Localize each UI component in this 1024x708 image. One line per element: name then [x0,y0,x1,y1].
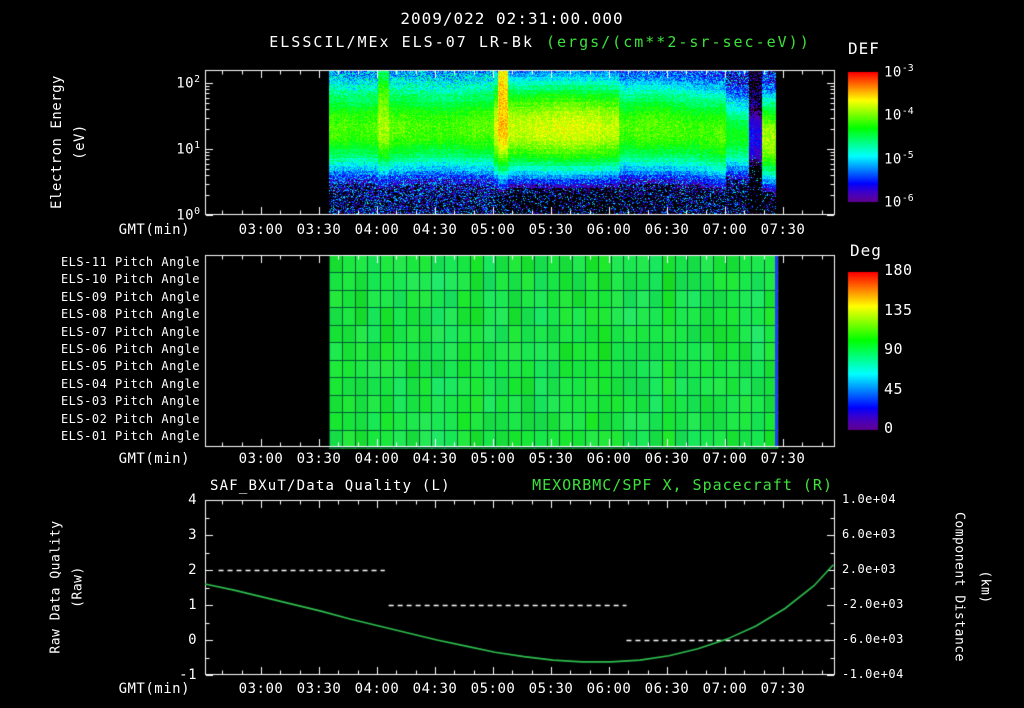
def-colorbar-title: DEF [848,39,880,58]
panel2-x-tick-label: 06:00 [586,451,632,467]
panel2-x-tick-label: 07:00 [702,451,748,467]
pitch-row-label: ELS-10 Pitch Angle [60,272,200,286]
distance-tick-label: -1.0e+04 [842,667,904,681]
panel1-x-tick-label: 04:30 [412,222,458,238]
mex-els-plot-screen: 2009/022 02:31:00.000 ELSSCIL/MEx ELS-07… [0,0,1024,708]
distance-tick-label: -6.0e+03 [842,632,904,646]
panel2-x-tick-label: 05:00 [470,451,516,467]
panel2-x-tick-label: 03:30 [296,451,342,467]
panel2-x-tick-label: 07:30 [760,451,806,467]
panel1-x-tick-label: 07:00 [702,222,748,238]
panel2-x-tick-label: 05:30 [528,451,574,467]
deg-scale-tick-label: 180 [884,261,913,279]
panel3-title-right: MEXORBMC/SPF X, Spacecraft (R) [532,476,833,494]
energy-tick-label: 101 [176,140,200,158]
panel2-x-tick-label: 06:30 [644,451,690,467]
panel1-title-units: (ergs/(cm**2-sr-sec-eV)) [546,33,811,51]
distance-tick-label: -2.0e+03 [842,597,904,611]
pitch-row-label: ELS-11 Pitch Angle [60,255,200,269]
deg-colorbar-title: Deg [850,241,882,260]
energy-tick-label: 102 [176,74,200,92]
quality-tick-label: 3 [188,527,197,543]
panel1-ylabel-units: (eV) [71,124,88,160]
pitch-row-label: ELS-08 Pitch Angle [60,307,200,321]
panel3-x-tick-label: 06:30 [644,681,690,697]
panel3-left-ylabel-units: (Raw) [70,566,86,608]
quality-tick-label: 2 [188,562,197,578]
panel1-x-tick-label: 06:00 [586,222,632,238]
quality-tick-label: 4 [188,492,197,508]
pitch-row-label: ELS-03 Pitch Angle [60,394,200,408]
panel3-gmt-axis-label: GMT(min) [118,681,190,697]
panel2-x-tick-label: 04:30 [412,451,458,467]
deg-scale-tick-label: 135 [884,301,913,319]
quality-tick-label: 1 [188,597,197,613]
page-title: 2009/022 02:31:00.000 [400,9,624,28]
quality-tick-label: 0 [188,632,197,648]
panel1-x-tick-label: 05:30 [528,222,574,238]
panel3-x-tick-label: 07:00 [702,681,748,697]
pitch-row-label: ELS-07 Pitch Angle [60,325,200,339]
pitch-row-label: ELS-04 Pitch Angle [60,377,200,391]
panel3-x-tick-label: 05:00 [470,681,516,697]
pitch-row-label: ELS-02 Pitch Angle [60,412,200,426]
deg-scale-tick-label: 90 [884,340,904,358]
distance-tick-label: 6.0e+03 [842,527,897,541]
panel2-gmt-axis-label: GMT(min) [118,451,190,467]
panel3-x-tick-label: 04:00 [354,681,400,697]
panel1-x-tick-label: 03:00 [238,222,284,238]
def-scale-tick-label: 10-4 [884,106,914,124]
panel1-x-tick-label: 03:30 [296,222,342,238]
panel3-x-tick-label: 06:00 [586,681,632,697]
panel2-x-tick-label: 04:00 [354,451,400,467]
def-scale-tick-label: 10-6 [884,193,914,211]
deg-scale-tick-label: 45 [884,380,904,398]
panel1-x-tick-label: 07:30 [760,222,806,238]
quality-tick-label: -1 [179,667,197,683]
distance-tick-label: 2.0e+03 [842,562,897,576]
panel1-x-tick-label: 05:00 [470,222,516,238]
panel3-right-ylabel-units: (km) [977,570,993,604]
pitch-row-label: ELS-01 Pitch Angle [60,429,200,443]
pitch-row-label: ELS-05 Pitch Angle [60,359,200,373]
def-scale-tick-label: 10-3 [884,63,914,81]
panel3-x-tick-label: 03:00 [238,681,284,697]
def-scale-tick-label: 10-5 [884,150,914,168]
panel3-x-tick-label: 04:30 [412,681,458,697]
pitch-row-label: ELS-06 Pitch Angle [60,342,200,356]
panel3-title-left: SAF_BXuT/Data Quality (L) [210,478,451,494]
panel2-x-tick-label: 03:00 [238,451,284,467]
panel3-left-ylabel-text: Raw Data Quality [48,520,64,654]
panel3-x-tick-label: 03:30 [296,681,342,697]
panel3-x-tick-label: 05:30 [528,681,574,697]
pitch-row-label: ELS-09 Pitch Angle [60,290,200,304]
deg-scale-tick-label: 0 [884,419,894,437]
panel3-x-tick-label: 07:30 [760,681,806,697]
energy-tick-label: 100 [176,206,200,224]
panel1-gmt-axis-label: GMT(min) [118,222,190,238]
distance-tick-label: 1.0e+04 [842,492,897,506]
panel1-x-tick-label: 06:30 [644,222,690,238]
panel1-x-tick-label: 04:00 [354,222,400,238]
panel1-ylabel-text: Electron Energy [48,75,65,209]
panel1-title-main: ELSSCIL/MEx ELS-07 LR-Bk [269,33,534,51]
panel3-right-ylabel-text: Component Distance [951,512,967,662]
panel1-title: ELSSCIL/MEx ELS-07 LR-Bk (ergs/(cm**2-sr-… [269,33,811,51]
